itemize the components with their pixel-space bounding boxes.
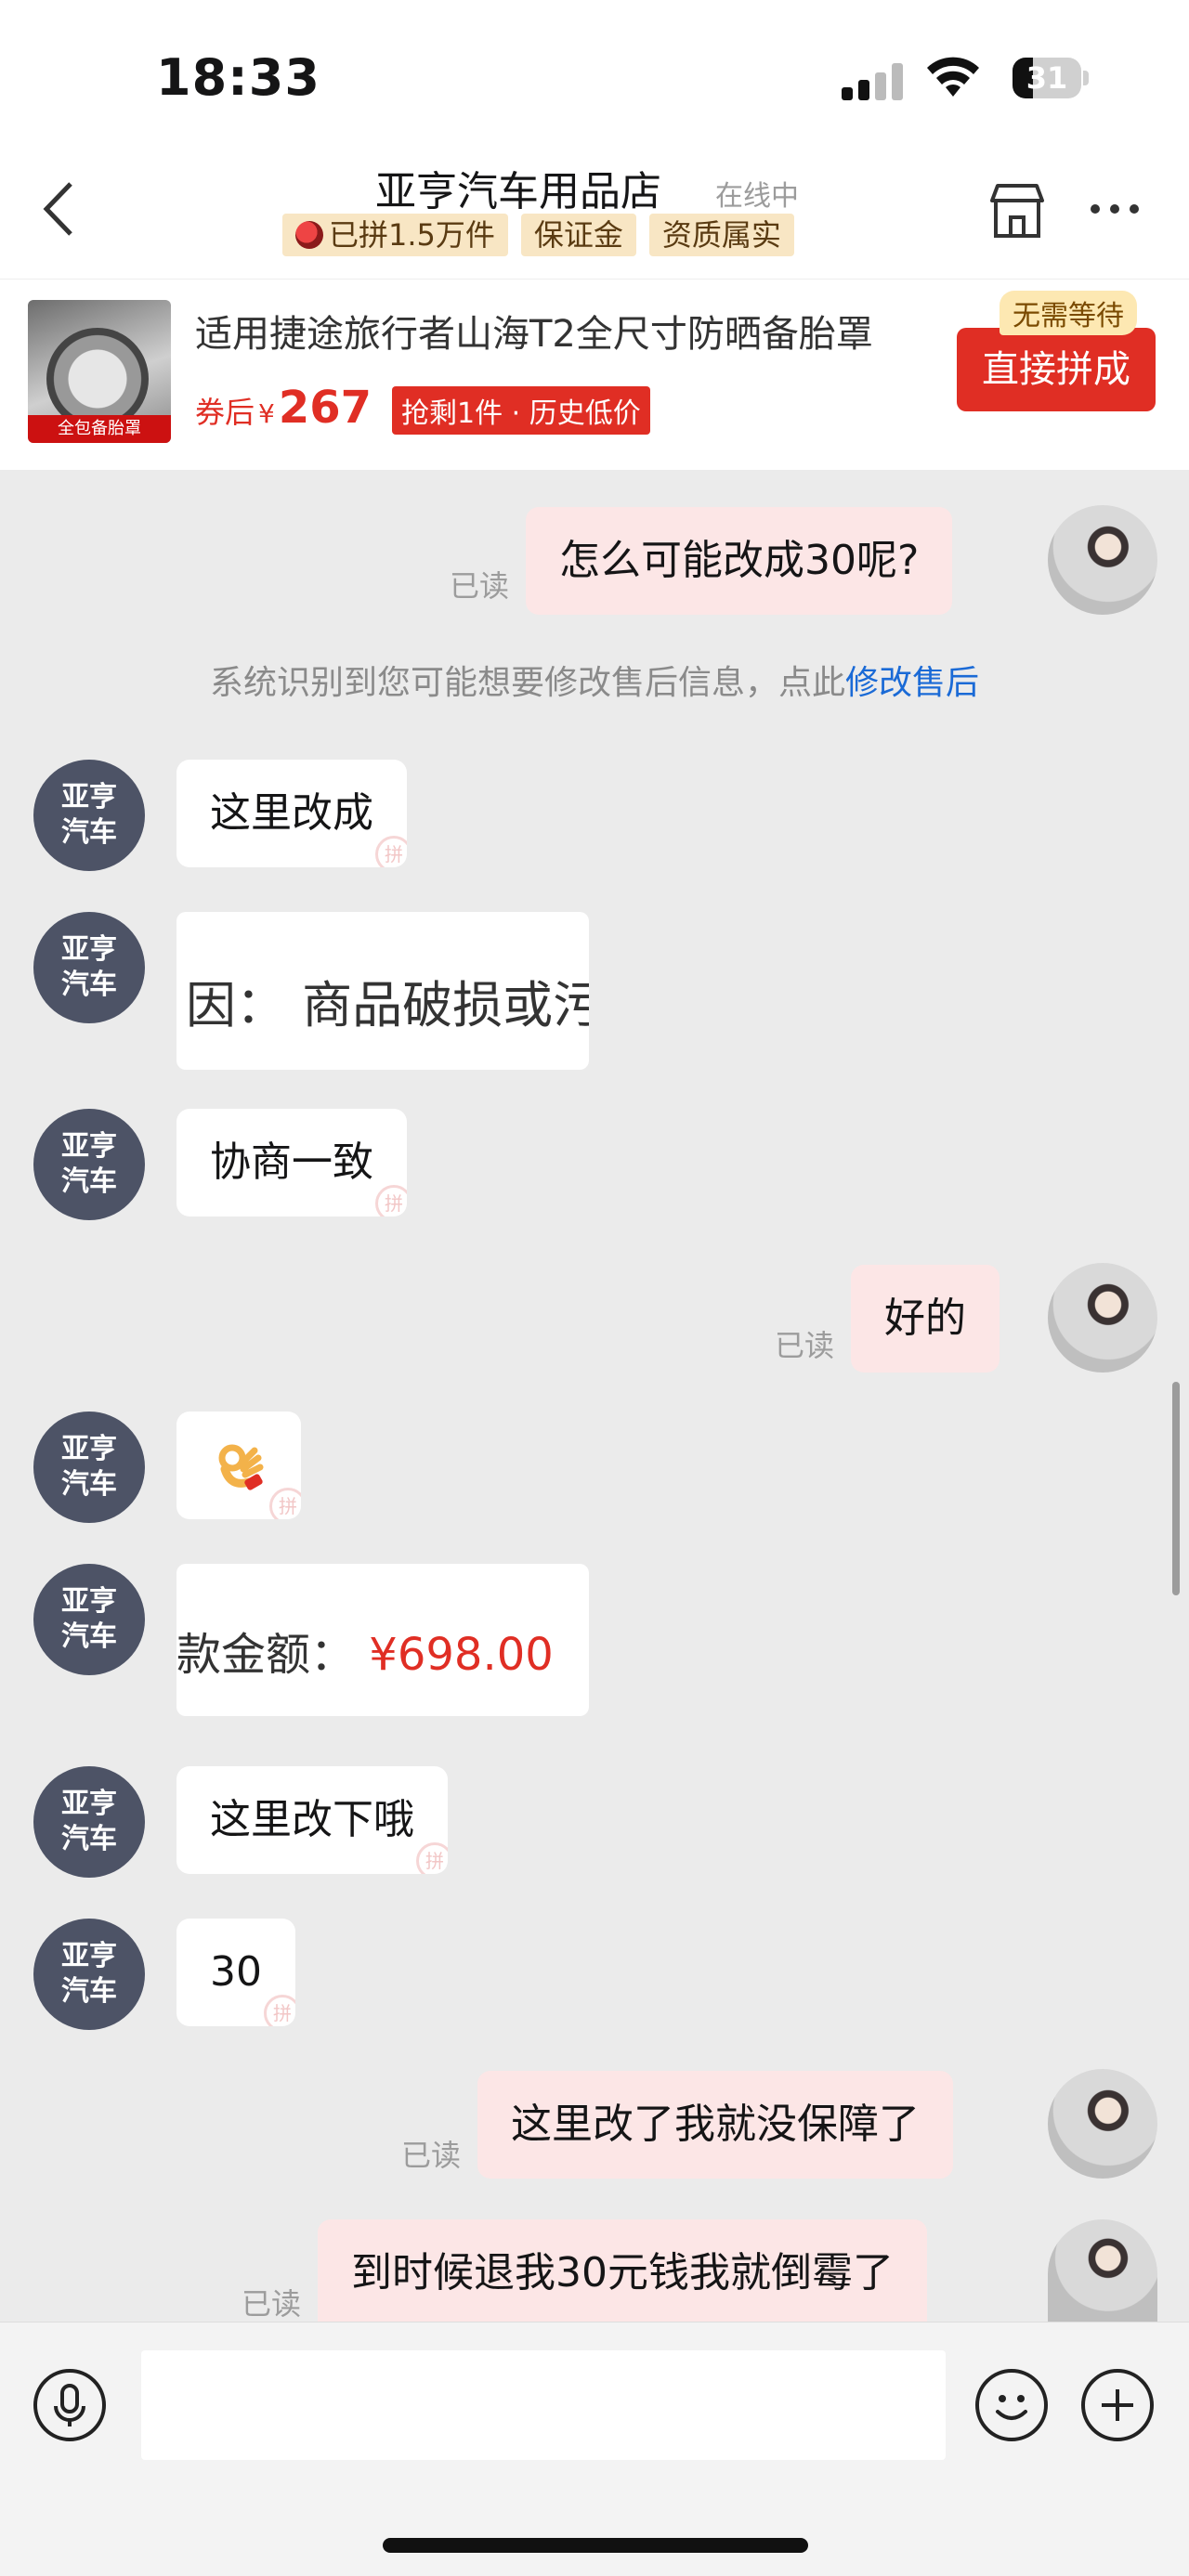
plus-icon[interactable] xyxy=(1081,2369,1154,2441)
shop-avatar[interactable]: 亚亨 汽车 xyxy=(33,1109,145,1220)
message-outgoing[interactable]: 到时候退我30元钱我就倒霉了 xyxy=(318,2219,927,2322)
chat-messages[interactable]: 已读 怎么可能改成30呢? 系统识别到您可能想要修改售后信息，点此修改售后 亚亨… xyxy=(0,470,1189,2322)
tag-verified: 资质属实 xyxy=(648,214,794,256)
read-receipt: 已读 xyxy=(242,2286,302,2322)
battery-icon: 31 xyxy=(1013,58,1081,98)
tag-sales: 已拼1.5万件 xyxy=(282,214,508,256)
shop-avatar[interactable]: 亚亨 汽车 xyxy=(33,760,145,871)
shop-avatar[interactable]: 亚亨 汽车 xyxy=(33,912,145,1023)
status-bar: 18:33 31 xyxy=(0,0,1189,149)
my-avatar[interactable] xyxy=(1048,2219,1157,2322)
shop-tags: 已拼1.5万件 保证金 资质属实 xyxy=(282,214,794,258)
system-notice: 系统识别到您可能想要修改售后信息，点此修改售后 xyxy=(209,664,980,702)
image-message[interactable]: 款金额： ¥698.00 xyxy=(176,1564,589,1716)
smiley-icon[interactable] xyxy=(975,2369,1048,2441)
microphone-icon[interactable] xyxy=(33,2369,106,2441)
scrollbar[interactable] xyxy=(1172,1382,1180,1595)
store-icon[interactable] xyxy=(986,180,1048,241)
product-price: 267 xyxy=(278,382,372,434)
my-avatar[interactable] xyxy=(1048,2069,1157,2179)
shop-avatar[interactable]: 亚亨 汽车 xyxy=(33,1564,145,1675)
chevron-left-icon[interactable] xyxy=(37,176,84,241)
pinduoduo-mark-icon: 拼 xyxy=(416,1842,448,1874)
thumbnail-banner: 全包备胎罩 xyxy=(28,415,171,443)
message-incoming[interactable]: 协商一致 拼 xyxy=(176,1109,407,1216)
message-incoming[interactable]: 30 拼 xyxy=(176,1919,295,2026)
my-avatar[interactable] xyxy=(1048,1263,1157,1373)
shop-avatar[interactable]: 亚亨 汽车 xyxy=(33,1412,145,1523)
promo-badge: 抢剩1件 · 历史低价 xyxy=(392,386,650,435)
my-avatar[interactable] xyxy=(1048,505,1157,615)
price-row: 券后 ¥ 267 抢剩1件 · 历史低价 xyxy=(195,382,650,435)
shop-avatar[interactable]: 亚亨 汽车 xyxy=(33,1919,145,2030)
home-indicator[interactable] xyxy=(383,2538,808,2553)
product-card[interactable]: 全包备胎罩 适用捷途旅行者山海T2全尺寸防晒备胎罩 券后 ¥ 267 抢剩1件 … xyxy=(0,279,1189,470)
image-message-text: 因： 商品破损或污 xyxy=(186,976,589,1034)
wifi-icon xyxy=(927,57,979,97)
pinduoduo-mark-icon: 拼 xyxy=(264,1995,295,2026)
message-outgoing[interactable]: 这里改了我就没保障了 xyxy=(477,2071,953,2179)
shop-name[interactable]: 亚亨汽车用品店 xyxy=(375,158,661,217)
pinduoduo-mark-icon: 拼 xyxy=(375,836,407,867)
image-message-text: 款金额： ¥698.00 xyxy=(176,1629,554,1681)
message-outgoing[interactable]: 怎么可能改成30呢? xyxy=(526,507,953,615)
buyer-avatar-icon xyxy=(295,221,323,249)
cellular-signal-icon xyxy=(842,61,905,100)
currency-symbol: ¥ xyxy=(258,398,275,429)
input-bar xyxy=(0,2322,1189,2576)
pinduoduo-mark-icon: 拼 xyxy=(375,1185,407,1216)
no-wait-badge: 无需等待 xyxy=(1000,291,1137,335)
message-incoming[interactable]: 这里改成 拼 xyxy=(176,760,407,867)
product-thumbnail[interactable]: 全包备胎罩 xyxy=(28,300,171,443)
buy-now-button[interactable]: 直接拼成 xyxy=(957,328,1156,411)
online-status: 在线中 xyxy=(715,180,799,213)
message-incoming-emoji[interactable]: 拼 xyxy=(176,1412,301,1519)
battery-level: 31 xyxy=(1026,60,1068,96)
modify-after-sale-link[interactable]: 修改售后 xyxy=(845,664,979,702)
read-receipt: 已读 xyxy=(450,568,510,604)
product-title[interactable]: 适用捷途旅行者山海T2全尺寸防晒备胎罩 xyxy=(195,304,920,358)
image-message[interactable]: 因： 商品破损或污 xyxy=(176,912,589,1070)
chat-header: 亚亨汽车用品店 在线中 已拼1.5万件 保证金 资质属实 xyxy=(0,149,1189,279)
message-incoming[interactable]: 这里改下哦 拼 xyxy=(176,1766,448,1874)
message-input[interactable] xyxy=(141,2350,946,2460)
tag-deposit: 保证金 xyxy=(520,214,636,256)
ok-hand-icon xyxy=(218,1444,264,1490)
read-receipt: 已读 xyxy=(401,2138,462,2173)
message-outgoing[interactable]: 好的 xyxy=(851,1265,1000,1373)
after-coupon-label: 券后 xyxy=(195,395,255,430)
shop-avatar[interactable]: 亚亨 汽车 xyxy=(33,1766,145,1878)
read-receipt: 已读 xyxy=(775,1328,835,1363)
pinduoduo-mark-icon: 拼 xyxy=(269,1488,301,1519)
status-time: 18:33 xyxy=(156,48,320,107)
more-icon[interactable] xyxy=(1087,204,1143,217)
